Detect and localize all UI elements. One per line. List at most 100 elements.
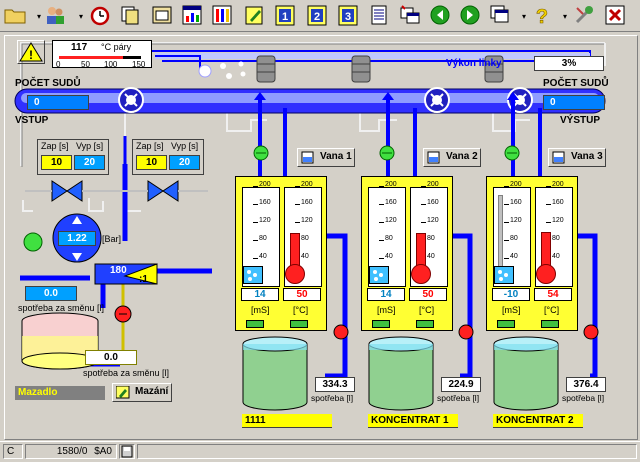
tank-1-consumption-value: 334.3 (315, 377, 355, 392)
tank-1-temp-tick: 200 (301, 181, 313, 188)
tank-3-consumption-label: spotřeba [l] (562, 393, 605, 403)
line-3-icon[interactable]: 3 (336, 3, 360, 27)
tank-2-cond-switch[interactable] (372, 320, 390, 328)
tank-1-button-label: Vana 1 (320, 151, 352, 162)
shift-consumption-2-value: 0.0 (85, 350, 137, 365)
valve-timer-2: Zap [s] Vyp [s] 10 20 (132, 139, 204, 175)
tank-2-cond-tick: 200 (385, 181, 397, 188)
thermometer-chart-icon[interactable] (210, 3, 234, 27)
tank-2-cond-tick: 40 (385, 253, 393, 260)
pressure-value: 1.22 (58, 231, 96, 246)
alarm-clock-icon[interactable] (88, 3, 112, 27)
warning-icon[interactable]: ! (17, 40, 45, 64)
bar-chart-icon[interactable] (180, 3, 204, 27)
thermometer-bulb-icon (411, 264, 431, 284)
timer-2-zap-value[interactable]: 10 (136, 155, 167, 170)
tank-1-consumption-label: spotřeba [l] (311, 393, 354, 403)
shift-consumption-label: spotřeba za směnu [l] (18, 303, 105, 313)
status-mode: C (3, 444, 23, 459)
tank-1-cond-switch[interactable] (246, 320, 264, 328)
line-2-label: 2 (314, 11, 320, 23)
copy-icon[interactable] (118, 3, 142, 27)
pump-icon (583, 324, 599, 340)
tank-3-button[interactable]: Vana 3 (548, 148, 606, 167)
tank-1-cond-unit: [mS] (251, 305, 270, 315)
tank-2-temp-tick: 200 (427, 181, 439, 188)
barrel-icon (351, 55, 371, 83)
tank-2-name: KONCENTRAT 1 (368, 414, 458, 428)
tank-1-button[interactable]: Vana 1 (297, 148, 355, 167)
report-icon[interactable] (368, 3, 392, 27)
lubricator-label: Mazadlo (15, 386, 105, 400)
tank-2-consumption-value: 224.9 (441, 377, 481, 392)
tank-2-temp-tick: 80 (427, 235, 435, 242)
back-icon[interactable] (428, 3, 452, 27)
tank-2-instrument-frame (361, 176, 453, 331)
line-2-icon[interactable]: 2 (305, 3, 329, 27)
steam-tick-0: 0 (56, 60, 61, 69)
tank-2-button-label: Vana 2 (446, 151, 478, 162)
dropdown-arrow-icon[interactable]: ▾ (563, 12, 567, 21)
open-folder-icon[interactable] (3, 3, 27, 27)
window-icon[interactable] (150, 3, 174, 27)
tank-2-cond-tick: 120 (385, 217, 397, 224)
tank-3-cond-switch[interactable] (497, 320, 515, 328)
tank-1-temp-tick: 40 (301, 253, 309, 260)
mixer-value: 180 (110, 265, 127, 276)
close-icon[interactable] (603, 3, 627, 27)
flow-sensor-icon (379, 145, 395, 161)
thermometer-bulb-icon (285, 264, 305, 284)
tank-icon (552, 151, 565, 164)
tank-2-temp-tick: 40 (427, 253, 435, 260)
tank-2-temp-switch[interactable] (416, 320, 434, 328)
tank-2-temperature-value: 50 (409, 288, 447, 301)
tank-3-temp-tick: 80 (552, 235, 560, 242)
mixer-ratio: :1 (139, 274, 148, 285)
forward-icon[interactable] (458, 3, 482, 27)
tank-3-cond-tick: 160 (510, 199, 522, 206)
pencil-icon[interactable] (243, 3, 267, 27)
pages-icon[interactable] (488, 3, 512, 27)
status-counter: 1580/0 $A0 (25, 444, 117, 459)
tank-3-temp-tick: 200 (552, 181, 564, 188)
tank-2-consumption-label: spotřeba [l] (437, 393, 480, 403)
dropdown-arrow-icon[interactable]: ▾ (79, 12, 83, 21)
timer-2-vyp-value[interactable]: 20 (169, 155, 200, 170)
timer-1-vyp-value[interactable]: 20 (74, 155, 105, 170)
dropdown-arrow-icon[interactable]: ▾ (522, 12, 526, 21)
lubricate-button[interactable]: Mazání (112, 383, 172, 402)
tank-2-conductivity-value: 14 (367, 288, 405, 301)
tank-3-button-label: Vana 3 (571, 151, 603, 162)
timer-2-vyp-label: Vyp [s] (171, 141, 199, 151)
status-counter-value: 1580/0 (56, 446, 88, 457)
windows-icon[interactable] (398, 3, 422, 27)
line-1-icon[interactable]: 1 (273, 3, 297, 27)
tank-3-temp-switch[interactable] (541, 320, 559, 328)
tank-icon (301, 151, 314, 164)
steam-tick-50: 50 (81, 60, 90, 69)
tank-1-temp-switch[interactable] (290, 320, 308, 328)
status-save-icon[interactable] (119, 444, 135, 459)
output-label: Výkon linky (446, 58, 502, 69)
tank-2-cond-tick: 80 (385, 235, 393, 242)
users-icon[interactable] (43, 3, 67, 27)
tank-1-cond-tick: 160 (259, 199, 271, 206)
tank-1-instrument-frame (235, 176, 327, 331)
timer-1-zap-value[interactable]: 10 (41, 155, 72, 170)
conductivity-sensor-icon (494, 266, 514, 284)
tools-icon[interactable] (572, 3, 596, 27)
tank-1-name: 1111 (242, 414, 332, 428)
tank-2-cond-tick: 160 (385, 199, 397, 206)
tank-2-button[interactable]: Vana 2 (423, 148, 481, 167)
dropdown-arrow-icon[interactable]: ▾ (37, 12, 41, 21)
pencil-icon (116, 386, 130, 399)
tank-3-cond-tick: 80 (510, 235, 518, 242)
tank-icon (427, 151, 440, 164)
valve-icon (51, 180, 83, 202)
tank-1-cond-tick: 80 (259, 235, 267, 242)
help-icon[interactable]: ? (530, 3, 554, 27)
steam-tick-100: 100 (104, 60, 118, 69)
shift-consumption-2-label: spotřeba za směnu [l] (83, 368, 170, 378)
timer-1-zap-label: Zap [s] (41, 141, 69, 151)
barrel-count-output: 0 (543, 95, 605, 110)
